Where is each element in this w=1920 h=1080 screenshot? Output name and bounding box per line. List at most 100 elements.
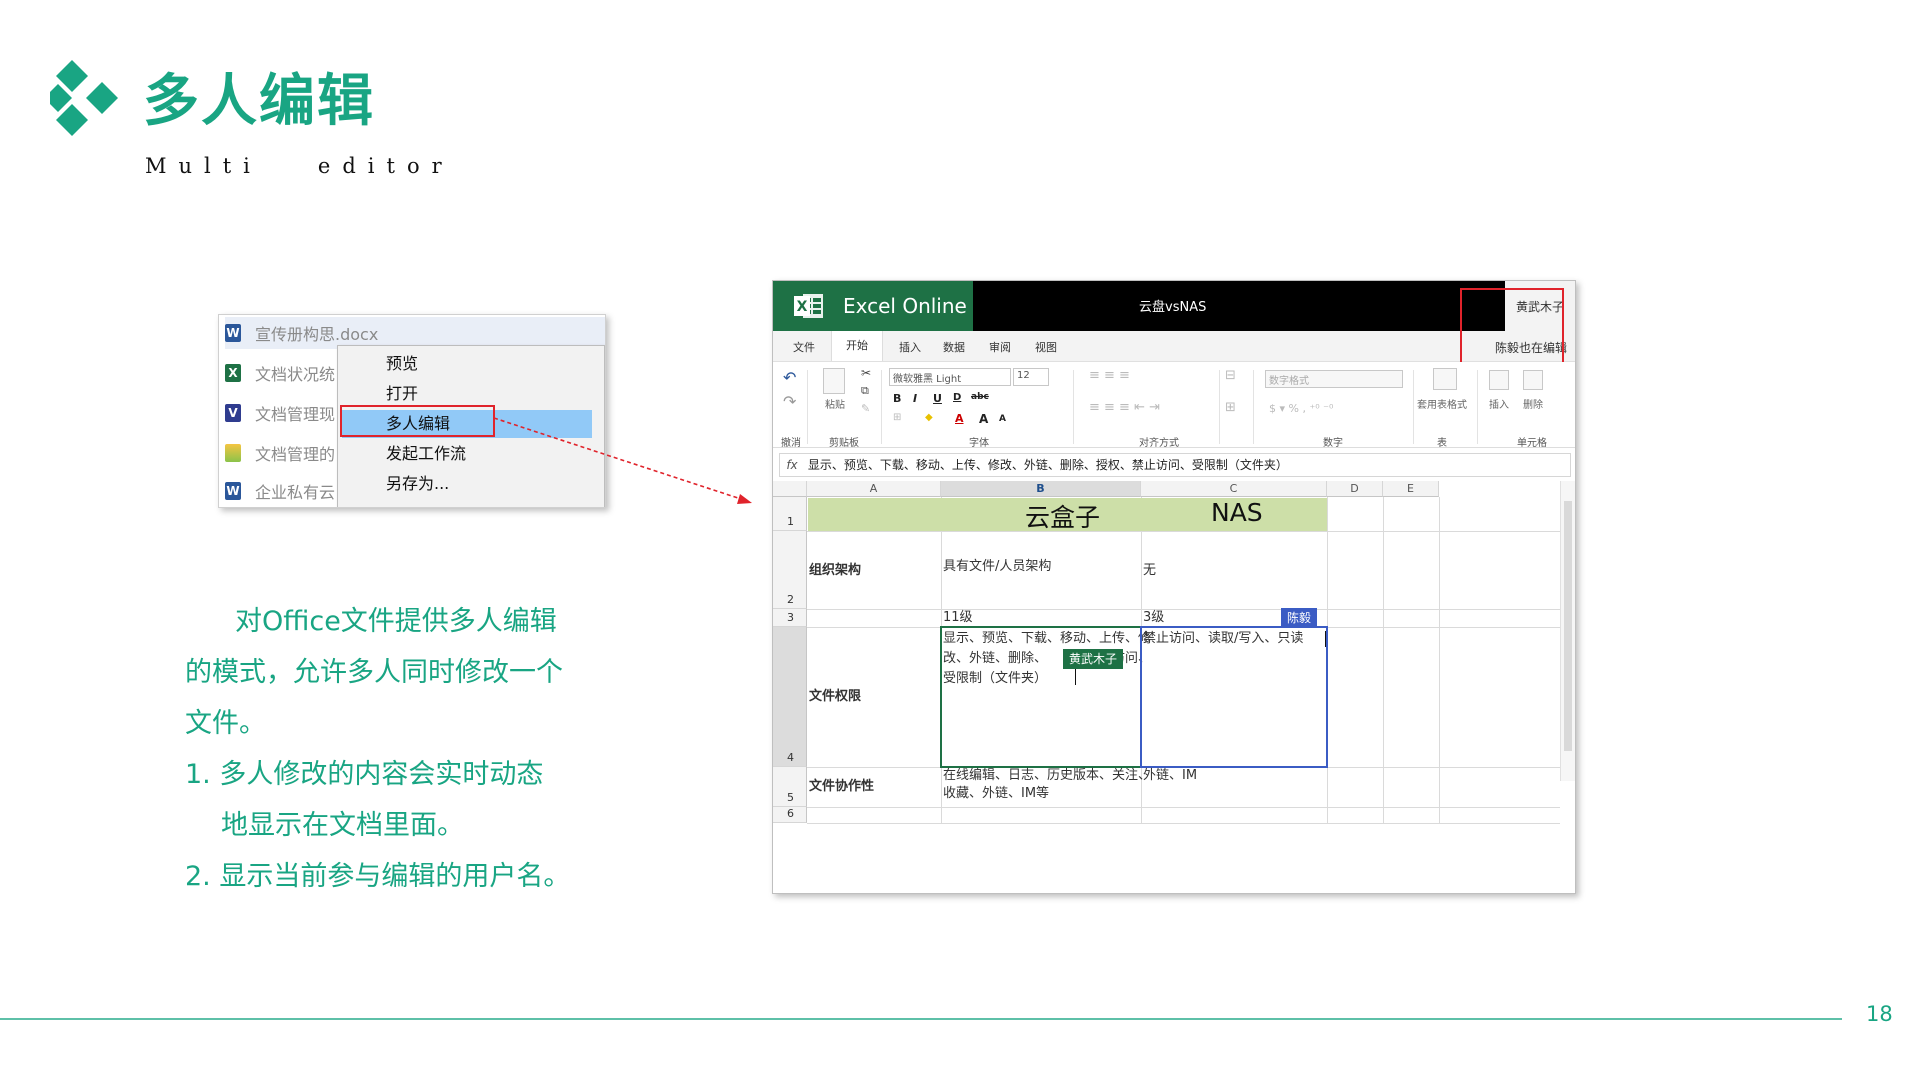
grow-font-icon[interactable]: A [979,412,988,426]
cut-icon[interactable]: ✂ [861,366,871,380]
tab-data[interactable]: 数据 [943,339,965,355]
cell-a5[interactable]: 文件协作性 [809,777,874,797]
bold-icon[interactable]: B [893,392,901,405]
ribbon-group-label: 剪贴板 [829,438,859,449]
undo-icon[interactable]: ↶ [783,368,796,387]
ribbon-separator [1219,370,1220,444]
file-row[interactable]: X 文档状况统 [225,357,335,389]
row-header[interactable]: 4 [773,627,807,767]
cell-b2[interactable]: 具有文件/人员架构 [943,557,1051,577]
cell-b5-line[interactable]: 在线编辑、日志、历史版本、关注、 [943,767,1151,785]
tab-review[interactable]: 审阅 [989,339,1011,355]
table-format-label[interactable]: 套用表格式 [1417,396,1467,411]
slide-subtitle: Multi editor [145,154,454,178]
select-all-corner[interactable] [773,481,807,497]
font-name-dropdown[interactable]: 微软雅黑 Light [889,368,1011,386]
insert-cells-icon[interactable] [1489,370,1509,390]
font-size-value: 12 [1017,370,1030,381]
tab-home[interactable]: 开始 [831,331,883,361]
document-name[interactable]: 云盘vsNAS [1139,296,1206,315]
double-underline-icon[interactable]: D [953,392,961,403]
shrink-font-icon[interactable]: A [999,414,1006,424]
borders-icon[interactable]: ⊞ [893,412,901,423]
spreadsheet-grid: A B C D E 1 2 3 4 5 6 云盒子 NAS 组织架构 具有文件/… [773,481,1575,893]
wrap-text-icon[interactable]: ⊟ [1225,368,1236,383]
redo-icon[interactable]: ↷ [783,392,796,411]
row-header[interactable]: 1 [773,497,807,531]
strikethrough-icon[interactable]: abc [971,392,989,402]
ribbon-separator [881,370,882,444]
align-left-icon[interactable]: ≡ ≡ ≡ ⇤ ⇥ [1089,400,1160,415]
excel-title-bar: X Excel Online 云盘vsNAS 黄武木子 [773,281,1575,331]
excel-brand: X Excel Online [773,281,973,331]
cell-c2[interactable]: 无 [1143,561,1156,581]
menu-item-open[interactable]: 打开 [338,380,594,408]
underline-icon[interactable]: U [933,392,942,405]
ribbon-group-label: 数字 [1323,438,1343,449]
column-header[interactable]: E [1383,481,1439,497]
visio-icon: V [225,404,241,422]
row-header[interactable]: 2 [773,531,807,609]
cell-a4[interactable]: 文件权限 [809,687,861,707]
cell-header-c[interactable]: NAS [1211,498,1263,527]
gridline [807,531,1560,532]
column-header[interactable]: C [1141,481,1327,497]
row-header[interactable]: 3 [773,609,807,627]
column-header[interactable]: A [807,481,941,497]
image-icon [225,444,241,462]
number-format-dropdown[interactable]: 数字格式 [1265,370,1403,388]
file-row[interactable]: W 企业私有云 [225,475,335,507]
gridline [807,823,1560,824]
cell-c5[interactable]: 外链、IM [1143,767,1197,785]
cell-c3[interactable]: 3级 [1143,609,1164,627]
ribbon-group-label: 撤消 [781,438,801,449]
delete-cells-icon[interactable] [1523,370,1543,390]
gridline [1383,497,1384,823]
format-painter-icon[interactable]: ✎ [861,402,870,415]
paste-label[interactable]: 粘贴 [825,396,845,411]
tab-file[interactable]: 文件 [793,339,815,355]
excel-icon: X [225,364,241,382]
font-name-value: 微软雅黑 Light [893,374,962,385]
formula-bar[interactable]: fx 显示、预览、下载、移动、上传、修改、外链、删除、授权、禁止访问、受限制（文… [779,453,1571,477]
insert-label[interactable]: 插入 [1489,396,1509,411]
font-size-dropdown[interactable]: 12 [1013,368,1049,386]
footer-line [0,1018,1842,1020]
highlight-box [340,405,495,437]
font-color-icon[interactable]: A [955,412,964,425]
coauthor-tag: 陈毅 [1281,608,1318,628]
cell-a2[interactable]: 组织架构 [809,561,861,581]
row-header[interactable]: 5 [773,767,807,807]
vertical-scrollbar[interactable] [1560,481,1575,781]
delete-label[interactable]: 删除 [1523,396,1543,411]
row-header[interactable]: 6 [773,807,807,823]
selection-user-2 [1140,626,1328,768]
merge-icon[interactable]: ⊞ [1225,400,1236,415]
tab-insert[interactable]: 插入 [899,339,921,355]
column-header[interactable]: B [941,481,1141,497]
gridline [807,609,1560,610]
currency-icon[interactable]: $ ▾ % , ⁺⁰ ⁻⁰ [1269,402,1333,415]
italic-icon[interactable]: I [913,392,917,405]
table-format-icon[interactable] [1433,368,1457,390]
cell-header-b[interactable]: 云盒子 [1025,498,1100,534]
paste-icon[interactable] [823,368,845,394]
ribbon-tabs: 文件 开始 插入 数据 审阅 视图 [773,331,1575,362]
align-top-icon[interactable]: ≡ ≡ ≡ [1089,368,1130,383]
file-row[interactable]: V 文档管理现 [225,397,335,429]
highlight-box [1460,288,1564,368]
cell-b5-line[interactable]: 收藏、外链、IM等 [943,785,1049,803]
fill-color-icon[interactable]: ◆ [925,412,933,423]
gridline [807,807,1560,808]
file-row[interactable]: 文档管理的 [225,437,335,469]
tab-view[interactable]: 视图 [1035,339,1057,355]
copy-icon[interactable]: ⧉ [861,384,869,398]
cell-b3[interactable]: 11级 [943,609,973,627]
slide-title: 多人编辑 [143,69,375,134]
scrollbar-thumb[interactable] [1564,501,1572,751]
file-name: 企业私有云 [255,483,336,502]
column-header[interactable]: D [1327,481,1383,497]
excel-online-screenshot: X Excel Online 云盘vsNAS 黄武木子 文件 开始 插入 数据 … [772,280,1576,894]
menu-item-preview[interactable]: 预览 [338,350,594,378]
file-name: 文档状况统 [255,365,336,384]
